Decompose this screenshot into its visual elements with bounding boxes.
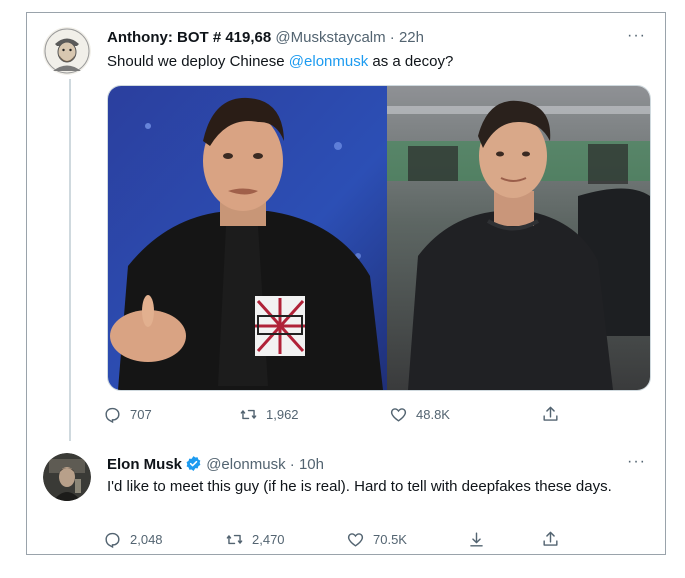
- tweet1-reply-count: 707: [130, 407, 152, 422]
- tweet1-text-after: as a decoy?: [368, 53, 454, 70]
- tweet1-time[interactable]: 22h: [399, 29, 424, 46]
- tweet2-download-button[interactable]: [467, 530, 486, 549]
- tweet2-text: I'd like to meet this guy (if he is real…: [107, 478, 612, 495]
- tweet1-separator: ·: [389, 29, 395, 46]
- tweet1-photo-pair: [108, 86, 650, 390]
- retweet-icon: [226, 534, 243, 545]
- tweet1-header: Anthony: BOT # 419,68 @Muskstaycalm · 22…: [107, 29, 424, 46]
- tweet1-media[interactable]: [107, 85, 651, 391]
- thread-connector-line: [69, 79, 71, 441]
- tweet1-text: Should we deploy Chinese @elonmusk as a …: [107, 51, 627, 72]
- avatar-elon-musk[interactable]: [43, 453, 91, 501]
- tweet2-actions: 2,048 2,470 70.5K: [103, 530, 573, 552]
- tweet1-handle[interactable]: @Muskstaycalm: [275, 29, 385, 46]
- download-icon: [470, 532, 483, 547]
- tweet2-separator: ·: [289, 456, 295, 473]
- avatar-anthony[interactable]: [43, 27, 91, 75]
- tweet1-mention[interactable]: @elonmusk: [289, 53, 368, 70]
- retweet-icon: [240, 409, 257, 420]
- tweet2-more-icon[interactable]: ···: [627, 453, 646, 471]
- tweet2-like-count: 70.5K: [373, 532, 407, 547]
- tweet1-like-count: 48.8K: [416, 407, 450, 422]
- tweet2-display-name[interactable]: Elon Musk: [107, 456, 182, 473]
- photo-left: [108, 86, 387, 390]
- tweet1-retweet-count: 1,962: [266, 407, 299, 422]
- tweet1-display-name[interactable]: Anthony: BOT # 419,68: [107, 29, 271, 46]
- tweet2-reply-count: 2,048: [130, 532, 163, 547]
- tweet2-retweet-button[interactable]: 2,470: [225, 530, 285, 549]
- tweet2-handle[interactable]: @elonmusk: [206, 456, 285, 473]
- reply-icon: [105, 532, 120, 549]
- share-icon: [543, 406, 558, 421]
- tweet1-actions: 707 1,962 48.8K: [103, 405, 573, 427]
- tweet1-share-button[interactable]: [541, 405, 560, 424]
- tweet2-like-button[interactable]: 70.5K: [346, 530, 407, 549]
- tweet1-more-icon[interactable]: ···: [627, 27, 646, 45]
- reply-icon: [105, 407, 120, 424]
- like-icon: [347, 533, 364, 547]
- tweet1-like-button[interactable]: 48.8K: [389, 405, 450, 424]
- tweet2-time[interactable]: 10h: [299, 456, 324, 473]
- tweet2-reply-button[interactable]: 2,048: [103, 530, 163, 549]
- like-icon: [390, 408, 407, 422]
- tweet1-text-before: Should we deploy Chinese: [107, 53, 289, 70]
- tweet1-reply-button[interactable]: 707: [103, 405, 152, 424]
- tweet2-share-button[interactable]: [541, 530, 560, 549]
- tweet1-retweet-button[interactable]: 1,962: [239, 405, 299, 424]
- tweet2-header: Elon Musk @elonmusk · 10h: [107, 455, 324, 473]
- tweet-thread-card: Anthony: BOT # 419,68 @Muskstaycalm · 22…: [26, 12, 666, 555]
- photo-right: [387, 86, 650, 390]
- share-icon: [543, 531, 558, 546]
- verified-badge-icon: [186, 456, 201, 471]
- tweet2-retweet-count: 2,470: [252, 532, 285, 547]
